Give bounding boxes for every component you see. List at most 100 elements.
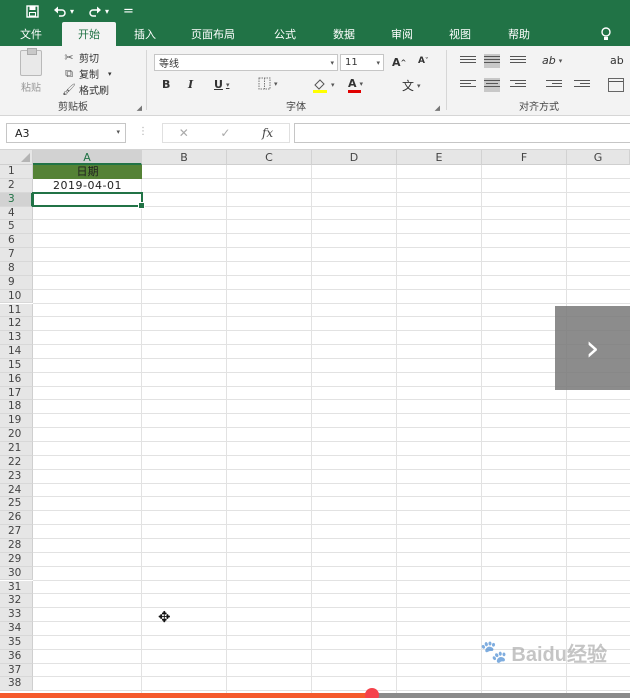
row-header[interactable]: 25 (0, 497, 33, 512)
cell-a1[interactable]: 日期 (33, 165, 142, 179)
tab-page-layout[interactable]: 页面布局 (174, 22, 252, 46)
row-header[interactable]: 20 (0, 428, 33, 442)
row-header[interactable]: 29 (0, 552, 33, 567)
italic-button[interactable]: I (188, 78, 193, 91)
bold-button[interactable]: B (162, 78, 170, 91)
column-header-d[interactable]: D (312, 150, 397, 165)
align-bottom-icon[interactable] (510, 54, 526, 68)
customize-toolbar-button[interactable]: = (123, 4, 134, 19)
row-header[interactable]: 11 (0, 303, 33, 318)
tab-formulas[interactable]: 公式 (252, 22, 318, 46)
format-painter-button[interactable]: 🖌 格式刷 (62, 82, 109, 97)
column-header-e[interactable]: E (397, 150, 482, 165)
cell-a2[interactable]: 2019-04-01 (33, 179, 142, 193)
font-size-select[interactable]: 11 ▾ (340, 54, 384, 71)
row-header[interactable]: 2 (0, 178, 33, 193)
copy-button[interactable]: ⧉ 复制 ▾ (62, 66, 111, 82)
tab-home[interactable]: 开始 (62, 22, 116, 46)
align-top-icon[interactable] (460, 54, 476, 68)
select-all-button[interactable] (0, 150, 33, 165)
decrease-indent-icon[interactable] (546, 78, 562, 92)
row-header[interactable]: 1 (0, 165, 33, 179)
column-header-g[interactable]: G (567, 150, 630, 165)
row-header[interactable]: 14 (0, 345, 33, 359)
row-header[interactable]: 34 (0, 622, 33, 636)
lightbulb-icon[interactable] (600, 27, 612, 45)
grow-font-button[interactable]: A ^ (392, 56, 406, 69)
save-button[interactable] (26, 4, 39, 18)
tab-view[interactable]: 视图 (434, 22, 486, 46)
row-header[interactable]: 6 (0, 234, 33, 249)
next-slide-button[interactable]: › (555, 306, 630, 390)
underline-button[interactable]: U ▾ (214, 78, 229, 91)
row-header[interactable]: 24 (0, 483, 33, 498)
merge-center-icon[interactable] (608, 78, 624, 92)
row-header[interactable]: 12 (0, 317, 33, 332)
dialog-launcher-icon[interactable]: ◢ (435, 104, 440, 112)
undo-button[interactable]: ▾ (53, 5, 74, 17)
formula-input[interactable] (294, 123, 630, 143)
row-header[interactable]: 32 (0, 594, 33, 609)
row-header[interactable]: 30 (0, 566, 33, 581)
row-header[interactable]: 3 (0, 192, 33, 207)
align-middle-icon[interactable] (484, 54, 500, 68)
row-header[interactable]: 28 (0, 538, 33, 553)
row-header[interactable]: 5 (0, 220, 33, 235)
row-header[interactable]: 10 (0, 289, 33, 304)
tab-review[interactable]: 审阅 (370, 22, 434, 46)
paste-button[interactable]: 粘贴 (10, 48, 52, 96)
column-header-c[interactable]: C (227, 150, 312, 165)
dialog-launcher-icon[interactable]: ◢ (137, 104, 142, 112)
cut-button[interactable]: ✂ 剪切 (62, 50, 99, 65)
active-cell-a3[interactable] (32, 192, 145, 209)
enter-icon[interactable]: ✓ (220, 126, 230, 140)
align-left-icon[interactable] (460, 78, 476, 92)
video-progress-bar[interactable] (0, 688, 630, 698)
column-header-a[interactable]: A (33, 150, 142, 165)
font-color-button[interactable]: A ▾ (348, 77, 363, 93)
insert-function-icon[interactable]: fx (262, 126, 273, 140)
shrink-font-button[interactable]: Aˇ (418, 56, 428, 66)
row-header[interactable]: 26 (0, 511, 33, 526)
formula-bar-grip-icon[interactable]: ⋮ (138, 126, 148, 137)
orientation-button[interactable]: ab ▾ (542, 54, 562, 67)
row-header[interactable]: 8 (0, 261, 33, 276)
tab-help[interactable]: 帮助 (486, 22, 552, 46)
row-header[interactable]: 38 (0, 677, 33, 692)
align-center-icon[interactable] (484, 78, 500, 92)
row-header[interactable]: 9 (0, 275, 33, 290)
tab-data[interactable]: 数据 (318, 22, 370, 46)
phonetic-button[interactable]: 文 ▾ (402, 77, 421, 94)
borders-button[interactable]: ▾ (258, 77, 278, 90)
name-box[interactable]: A3 ▾ (6, 123, 126, 143)
row-header[interactable]: 33 (0, 608, 33, 623)
row-header[interactable]: 15 (0, 358, 33, 373)
worksheet-grid[interactable]: A B C D E F G 1 2 3 4 5 6 7 8 9 10 11 12 13 14 15 16 17 1… (0, 150, 630, 693)
row-header[interactable]: 36 (0, 649, 33, 664)
cancel-icon[interactable]: ✕ (179, 126, 189, 140)
row-header[interactable]: 23 (0, 469, 33, 484)
increase-indent-icon[interactable] (574, 78, 590, 92)
fill-color-button[interactable]: ▾ (312, 77, 335, 93)
row-header[interactable]: 19 (0, 414, 33, 429)
align-right-icon[interactable] (510, 78, 526, 92)
font-name-select[interactable]: 等线 ▾ (154, 54, 338, 71)
progress-handle[interactable] (364, 688, 379, 698)
tab-insert[interactable]: 插入 (116, 22, 174, 46)
row-header[interactable]: 37 (0, 663, 33, 678)
row-header[interactable]: 27 (0, 525, 33, 539)
row-header[interactable]: 17 (0, 386, 33, 401)
wrap-text-button[interactable]: ab (610, 54, 624, 67)
row-header[interactable]: 22 (0, 455, 33, 470)
row-header[interactable]: 4 (0, 206, 33, 221)
row-header[interactable]: 18 (0, 400, 33, 415)
redo-button[interactable]: ▾ (88, 5, 109, 17)
column-header-f[interactable]: F (482, 150, 567, 165)
column-header-b[interactable]: B (142, 150, 227, 165)
row-header[interactable]: 13 (0, 331, 33, 346)
tab-file[interactable]: 文件 (0, 22, 62, 46)
row-header[interactable]: 35 (0, 635, 33, 650)
row-header[interactable]: 21 (0, 442, 33, 456)
row-header[interactable]: 16 (0, 372, 33, 387)
row-header[interactable]: 7 (0, 248, 33, 262)
